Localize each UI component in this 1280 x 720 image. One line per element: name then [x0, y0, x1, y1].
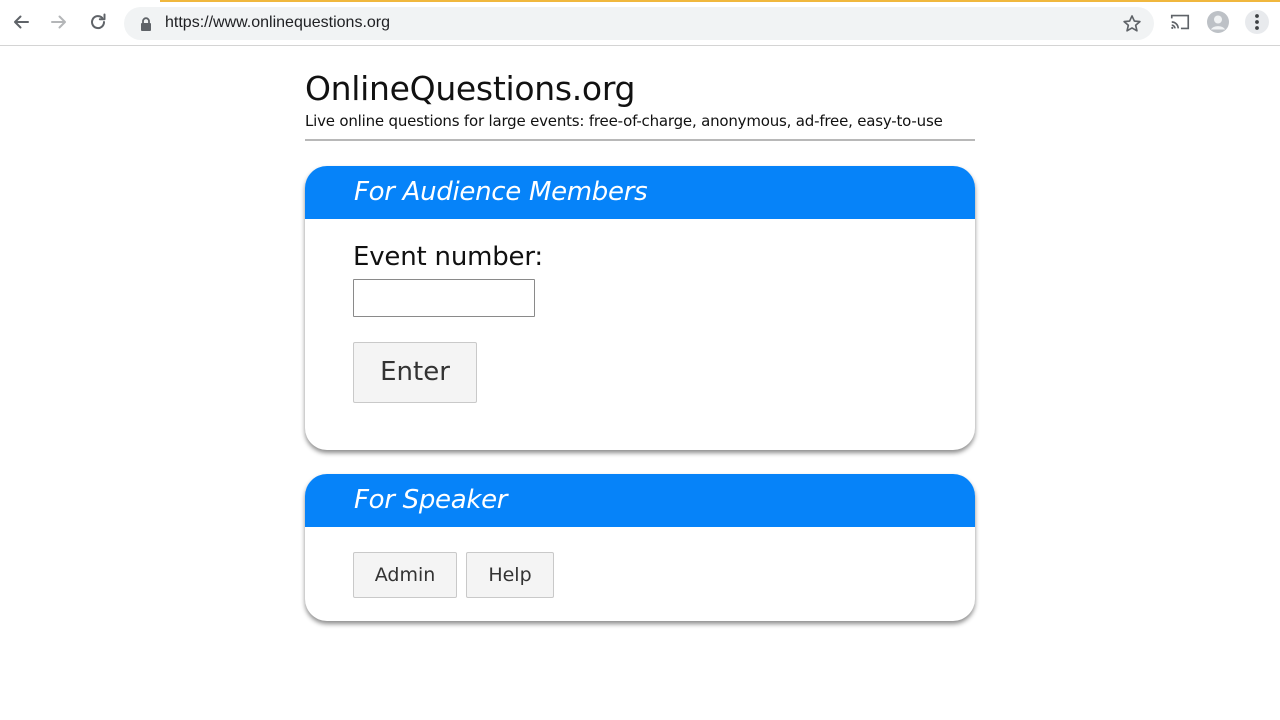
star-icon[interactable]	[1121, 13, 1143, 35]
arrow-right-icon	[51, 15, 66, 29]
help-button[interactable]: Help	[466, 552, 554, 598]
reload-button[interactable]	[84, 8, 112, 36]
profile-button[interactable]	[1205, 9, 1231, 35]
cast-icon	[1170, 14, 1190, 30]
site-title: OnlineQuestions.org	[305, 69, 636, 108]
url-text[interactable]: https://www.onlinequestions.org	[165, 14, 390, 32]
audience-panel: For Audience Members Event number: Enter	[305, 166, 975, 450]
header-divider	[305, 139, 975, 141]
enter-button[interactable]: Enter	[353, 342, 477, 403]
speaker-panel-heading: For Speaker	[305, 474, 975, 527]
event-number-input[interactable]	[353, 279, 535, 317]
event-number-label: Event number:	[353, 242, 543, 272]
site-header: OnlineQuestions.org Live online question…	[305, 68, 975, 130]
kebab-menu-icon	[1245, 10, 1269, 34]
page-loading-bar	[160, 0, 1280, 2]
profile-icon	[1207, 11, 1229, 33]
speaker-panel: For Speaker Admin Help	[305, 474, 975, 621]
back-button[interactable]	[7, 8, 35, 36]
arrow-left-icon	[14, 15, 29, 29]
reload-icon	[91, 13, 106, 30]
forward-button[interactable]	[45, 8, 73, 36]
site-tagline: Live online questions for large events: …	[305, 112, 943, 130]
browser-toolbar: https://www.onlinequestions.org	[0, 0, 1280, 46]
admin-button[interactable]: Admin	[353, 552, 457, 598]
address-bar[interactable]: https://www.onlinequestions.org	[124, 7, 1154, 40]
lock-icon	[141, 17, 151, 31]
audience-panel-heading: For Audience Members	[305, 166, 975, 219]
cast-button[interactable]	[1167, 9, 1193, 35]
menu-button[interactable]	[1244, 9, 1270, 35]
